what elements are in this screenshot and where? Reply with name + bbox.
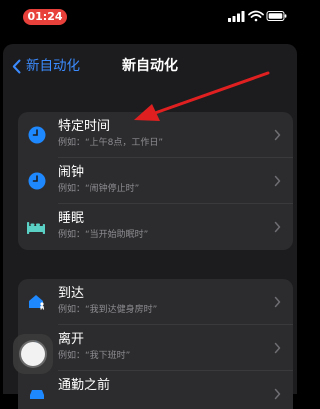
- row-title: 睡眠: [58, 211, 85, 226]
- row-title: 离开: [58, 332, 85, 347]
- battery-icon: [266, 11, 287, 21]
- time-triggers-group: 特定时间 例如：“上午8点，工作日” 闹钟 例如：“闹钟停止时” 睡眠 例如：“…: [18, 112, 293, 250]
- page-title: 新自动化: [122, 58, 178, 74]
- home-arrive-icon: [29, 295, 45, 310]
- chevron-right-icon: [274, 175, 281, 187]
- alarm-clock-icon: [28, 172, 46, 190]
- row-example: 例如：“上午8点，工作日”: [58, 138, 164, 148]
- trigger-before-commute[interactable]: 通勤之前: [18, 371, 293, 409]
- location-triggers-group: 到达 例如：“我到达健身房时” 离开 例如：“我下班时” 通勤之前: [18, 279, 293, 409]
- car-icon: [30, 390, 44, 399]
- trigger-leave[interactable]: 离开 例如：“我下班时”: [18, 325, 293, 371]
- row-example: 例如：“当开始助眠时”: [58, 230, 149, 240]
- clock-icon: [28, 126, 46, 144]
- signal-icon: [228, 11, 245, 22]
- trigger-sleep[interactable]: 睡眠 例如：“当开始助眠时”: [18, 204, 293, 250]
- trigger-specific-time[interactable]: 特定时间 例如：“上午8点，工作日”: [18, 112, 293, 158]
- bed-icon: [27, 222, 45, 234]
- assistive-touch-knob: [21, 342, 45, 366]
- chevron-right-icon: [274, 296, 281, 308]
- trigger-arrive[interactable]: 到达 例如：“我到达健身房时”: [18, 279, 293, 325]
- status-time: 01:24: [23, 9, 67, 25]
- status-bar: 01:24: [0, 0, 300, 32]
- wifi-icon: [248, 10, 264, 22]
- row-example: 例如：“我到达健身房时”: [58, 305, 158, 315]
- row-title: 通勤之前: [58, 378, 111, 393]
- chevron-right-icon: [274, 129, 281, 141]
- row-title: 特定时间: [58, 119, 111, 134]
- chevron-right-icon: [274, 388, 281, 400]
- row-example: 例如：“闹钟停止时”: [58, 184, 140, 194]
- row-title: 到达: [58, 286, 85, 301]
- assistive-touch-button[interactable]: [13, 334, 53, 374]
- chevron-right-icon: [274, 221, 281, 233]
- row-example: 例如：“我下班时”: [58, 351, 131, 361]
- chevron-right-icon: [274, 342, 281, 354]
- status-icons: [228, 10, 287, 22]
- trigger-alarm[interactable]: 闹钟 例如：“闹钟停止时”: [18, 158, 293, 204]
- row-title: 闹钟: [58, 165, 85, 180]
